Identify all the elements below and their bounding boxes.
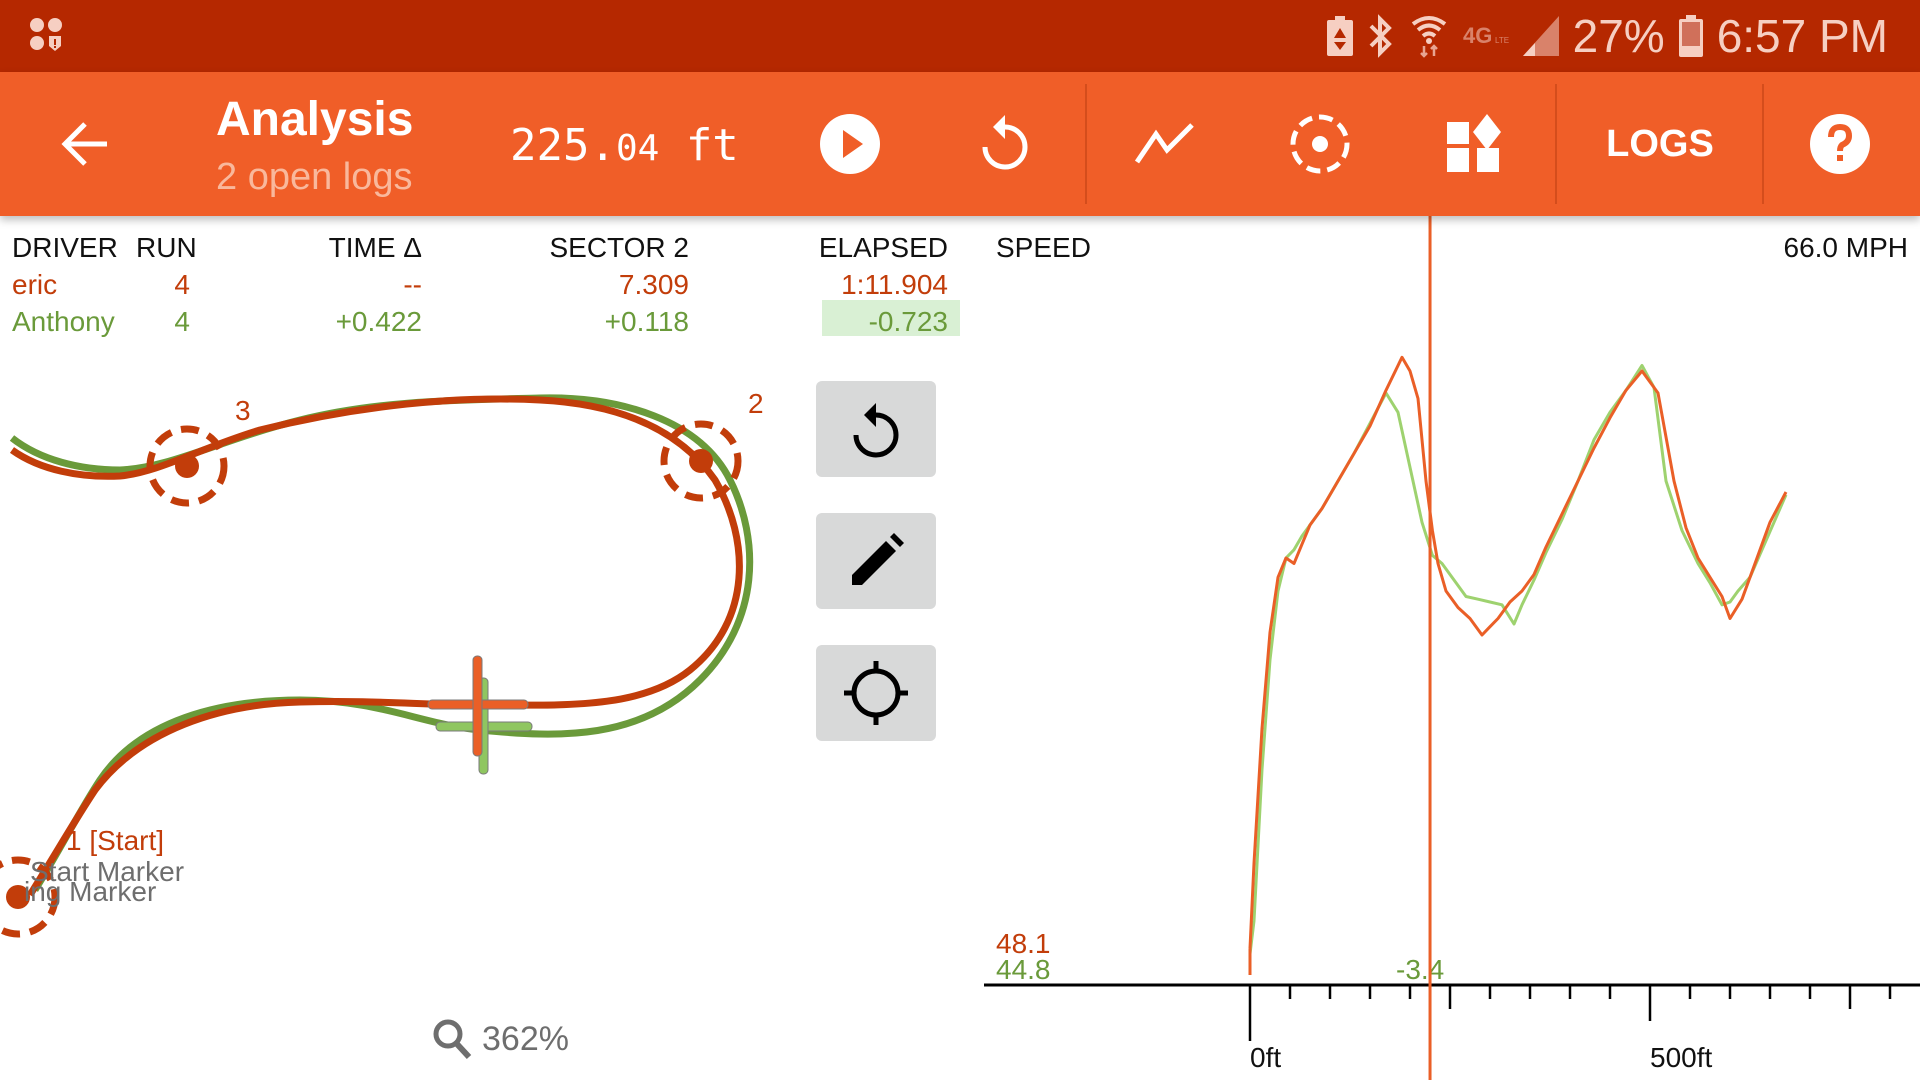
widgets-button[interactable]: [1425, 72, 1525, 216]
play-button[interactable]: [800, 72, 900, 216]
signal-icon: [1522, 16, 1559, 56]
speed-chart[interactable]: SPEED 66.0 MPH 48.1 44.8 -3.4 0ft 500ft: [980, 216, 1920, 1080]
play-circle-icon: [820, 114, 880, 174]
driver-name: eric: [12, 269, 58, 300]
app-notification-icon: [30, 18, 62, 51]
track-path-eric: [9, 395, 743, 897]
header-run: RUN: [136, 232, 197, 263]
back-button[interactable]: [40, 72, 130, 216]
help-button[interactable]: [1790, 72, 1890, 216]
elapsed-time: -0.723: [868, 306, 948, 337]
dashed-target-icon: [1290, 114, 1350, 174]
run-number: 4: [174, 269, 190, 300]
header-elapsed: ELAPSED: [818, 232, 948, 263]
locate-button[interactable]: [816, 645, 936, 741]
position-cursor-eric: [427, 655, 529, 757]
header-sector: SECTOR 2: [549, 232, 689, 263]
header-driver: DRIVER: [12, 232, 118, 263]
time-delta: --: [403, 269, 422, 300]
track-map[interactable]: [0, 350, 780, 1080]
replay-button[interactable]: [955, 72, 1055, 216]
distance-readout: 225.04 ft: [510, 120, 739, 171]
track-path-anthony: [9, 394, 754, 892]
gps-crosshair-icon: [844, 661, 908, 725]
marker-label-3: 3: [235, 395, 251, 426]
chart-plot: [984, 216, 1920, 1080]
clock: 6:57 PM: [1716, 10, 1888, 62]
svg-text:4G: 4G: [1463, 23, 1492, 48]
table-header: DRIVER RUN TIME Δ SECTOR 2 ELAPSED: [0, 232, 970, 269]
page-subtitle: 2 open logs: [216, 156, 413, 198]
arrow-left-icon: [61, 122, 107, 166]
magnifier-icon: [433, 1019, 472, 1060]
svg-text:LTE: LTE: [1495, 36, 1509, 45]
marker-label-start: 1 [Start]: [66, 825, 165, 856]
reset-map-button[interactable]: [816, 381, 936, 477]
help-circle-icon: [1810, 114, 1870, 174]
table-row[interactable]: eric 4 -- 7.309 1:11.904: [0, 269, 970, 306]
wifi-icon: [1411, 16, 1446, 58]
replay-icon: [982, 115, 1028, 170]
status-bar: 4G LTE 27% 6:57 PM: [0, 0, 1920, 72]
battery-percent: 27%: [1572, 10, 1665, 62]
zoom-level: 362%: [482, 1019, 569, 1058]
series-line-eric: [1248, 355, 1788, 949]
line-chart-icon: [1134, 123, 1194, 164]
toolbar-divider: [1085, 84, 1087, 204]
edit-button[interactable]: [816, 513, 936, 609]
markers-button[interactable]: [1270, 72, 1370, 216]
replay-icon: [853, 403, 899, 458]
battery-icon: [1678, 15, 1703, 57]
series-line-anthony: [1248, 364, 1788, 955]
sector-time: +0.118: [604, 306, 689, 337]
zoom-indicator: 362%: [432, 1018, 569, 1060]
battery-saver-icon: [1326, 16, 1353, 56]
edit-pencil-icon: [852, 533, 904, 585]
time-delta: +0.422: [335, 306, 422, 337]
app-toolbar: Analysis 2 open logs 225.04 ft LOGS: [0, 72, 1920, 216]
sector-marker-3-dot: [175, 454, 199, 478]
lte-icon: 4G LTE: [1463, 23, 1509, 48]
logs-button[interactable]: LOGS: [1575, 72, 1745, 216]
widgets-icon: [1447, 114, 1501, 172]
timing-marker-label: ing Marker: [24, 876, 157, 907]
table-row[interactable]: Anthony 4 +0.422 +0.118 -0.723: [0, 306, 970, 343]
run-number: 4: [174, 306, 190, 337]
toolbar-divider: [1555, 84, 1557, 204]
bluetooth-icon: [1369, 14, 1392, 58]
elapsed-time: 1:11.904: [841, 269, 948, 300]
toolbar-divider: [1762, 84, 1764, 204]
driver-name: Anthony: [12, 306, 115, 337]
marker-label-2: 2: [748, 388, 764, 419]
position-cursor-anthony: [435, 677, 533, 775]
page-title: Analysis: [216, 93, 414, 146]
chart-button[interactable]: [1115, 72, 1215, 216]
sector-marker-2-dot: [689, 449, 713, 473]
header-time-delta: TIME Δ: [328, 232, 422, 263]
sector-time: 7.309: [618, 269, 689, 300]
